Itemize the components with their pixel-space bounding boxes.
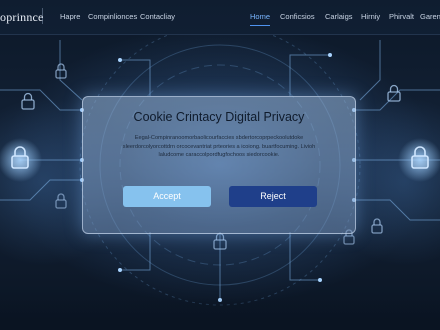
lock-icon bbox=[55, 193, 67, 209]
reject-button[interactable]: Reject bbox=[229, 186, 317, 207]
nav-link[interactable]: Conficsios bbox=[280, 12, 315, 21]
nav-link[interactable]: Garen bbox=[420, 12, 440, 21]
nav-link[interactable]: Carlaigs bbox=[325, 12, 353, 21]
lock-icon bbox=[371, 218, 383, 234]
lock-icon bbox=[387, 84, 401, 102]
footer-fade bbox=[0, 298, 440, 330]
dialog-body: Eegal-Compinranoomorbaolicourfaccies sbd… bbox=[103, 134, 335, 160]
dialog-body-line: sleerdorcolyorcottdrn orcocevantriat prt… bbox=[122, 143, 316, 150]
nav-link-home[interactable]: Home bbox=[250, 12, 271, 26]
lock-icon bbox=[55, 63, 67, 79]
lock-icon bbox=[21, 92, 35, 110]
nav-link[interactable]: Hirniy bbox=[361, 12, 380, 21]
brand-divider bbox=[42, 8, 43, 24]
dialog-title: Cookie Crintacy Digital Privacy bbox=[133, 110, 305, 124]
nav-link[interactable]: Compinlionces bbox=[88, 12, 137, 21]
accept-button[interactable]: Accept bbox=[123, 186, 211, 207]
nav-link[interactable]: Hapre bbox=[60, 12, 80, 21]
dialog-body-line: Eegal-Compinranoomorbaolicourfaccies sbd… bbox=[134, 135, 304, 141]
cookie-consent-dialog: Cookie Crintacy Digital Privacy Eegal-Co… bbox=[82, 96, 356, 234]
top-navigation: oprinnce Hapre Compinlionces Contacliay … bbox=[0, 0, 440, 35]
nav-link[interactable]: Phirvalt bbox=[389, 12, 414, 21]
brand-logo[interactable]: oprinnce bbox=[0, 10, 44, 25]
nav-link[interactable]: Contacliay bbox=[140, 12, 175, 21]
dialog-body-line: laludcome caraccolpordfugfochoos siedorc… bbox=[158, 152, 280, 159]
